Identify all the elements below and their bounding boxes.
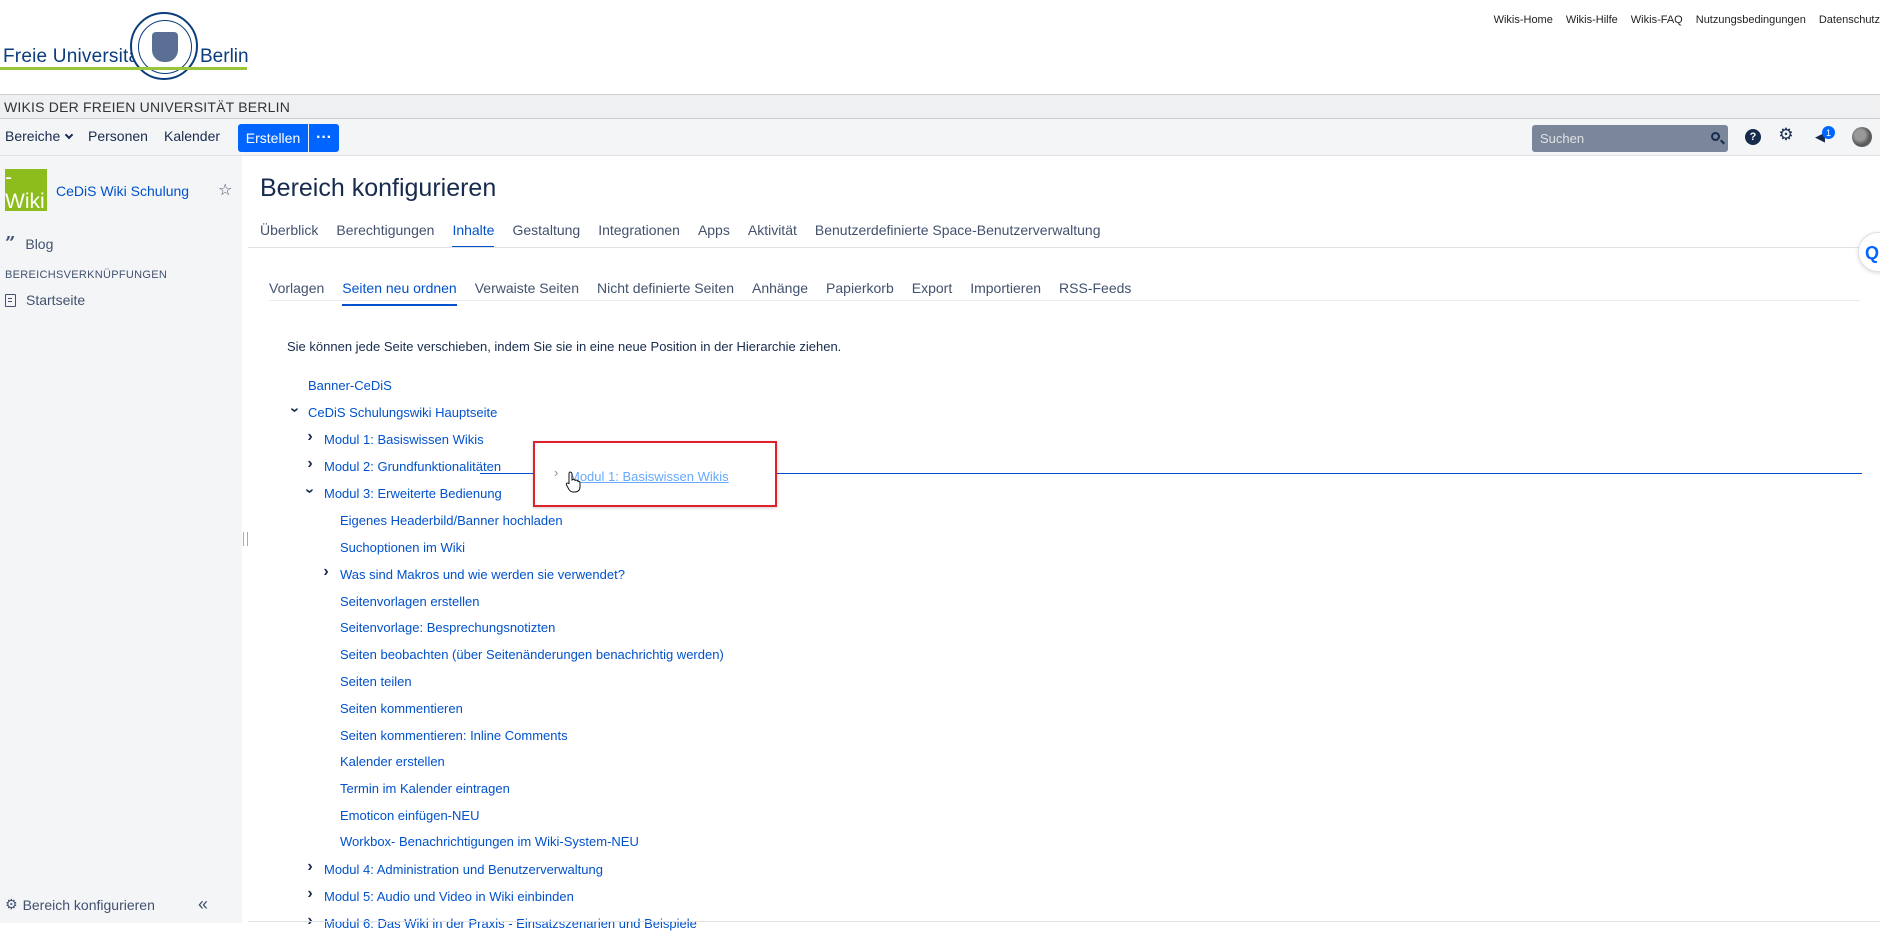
subtab-seiten-neu-ordnen[interactable]: Seiten neu ordnen	[342, 280, 457, 306]
chevron-down-icon[interactable]	[290, 401, 300, 419]
tree-item[interactable]: Eigenes Headerbild/Banner hochladen	[340, 513, 563, 528]
logo-underline	[0, 67, 247, 70]
subtab-importieren[interactable]: Importieren	[970, 280, 1041, 306]
subtab-export[interactable]: Export	[912, 280, 952, 306]
search-input[interactable]: Suchen	[1532, 125, 1728, 152]
drag-ghost-label: Modul 1: Basiswissen Wikis	[569, 469, 729, 484]
top-link-nutzungsbedingungen[interactable]: Nutzungsbedingungen	[1696, 14, 1806, 26]
tree-item[interactable]: Termin im Kalender eintragen	[340, 781, 510, 796]
search-icon	[1711, 132, 1720, 141]
tab-benutzerverwaltung[interactable]: Benutzerdefinierte Space-Benutzerverwalt…	[815, 222, 1101, 248]
space-sidebar: -Wiki CeDiS Wiki Schulung ☆ ” Blog BEREI…	[0, 156, 242, 923]
nav-kalender[interactable]: Kalender	[164, 128, 220, 144]
config-tabs: Überblick Berechtigungen Inhalte Gestalt…	[260, 222, 1101, 248]
subtabs-divider	[269, 300, 1860, 301]
search-placeholder: Suchen	[1540, 131, 1585, 146]
tab-integrationen[interactable]: Integrationen	[598, 222, 680, 248]
quote-icon: ”	[5, 233, 16, 254]
chevron-right-icon[interactable]	[305, 428, 315, 446]
page-icon	[5, 293, 16, 307]
tree-item[interactable]: Banner-CeDiS	[308, 378, 392, 393]
chevron-down-icon	[65, 130, 74, 140]
logo-name-left: Freie Universität	[3, 46, 145, 67]
top-links: Wikis-Home Wikis-Hilfe Wikis-FAQ Nutzung…	[1494, 14, 1880, 26]
tree-item[interactable]: Modul 6: Das Wiki in der Praxis - Einsat…	[324, 916, 697, 931]
create-button[interactable]: Erstellen	[238, 124, 308, 152]
sidebar-item-startseite[interactable]: Startseite	[5, 292, 85, 308]
chevron-down-icon[interactable]	[305, 482, 315, 500]
tab-gestaltung[interactable]: Gestaltung	[512, 222, 580, 248]
main-content: Bereich konfigurieren Überblick Berechti…	[248, 156, 1880, 923]
chevron-right-icon[interactable]	[305, 455, 315, 473]
top-link-wikis-hilfe[interactable]: Wikis-Hilfe	[1566, 14, 1618, 26]
tree-item[interactable]: Seitenvorlage: Besprechungsnotizten	[340, 620, 555, 635]
nav-bereiche[interactable]: Bereiche	[5, 128, 74, 144]
tabs-divider	[248, 247, 1880, 248]
tree-item[interactable]: Modul 1: Basiswissen Wikis	[324, 432, 484, 447]
create-more-button[interactable]: ···	[309, 124, 339, 152]
chevron-right-icon: ›	[554, 465, 559, 480]
nav-bereiche-label: Bereiche	[5, 128, 61, 144]
star-icon[interactable]: ☆	[218, 180, 232, 200]
space-name-link[interactable]: CeDiS Wiki Schulung	[56, 183, 189, 199]
tab-apps[interactable]: Apps	[698, 222, 730, 248]
tree-item[interactable]: Modul 4: Administration und Benutzerverw…	[324, 862, 603, 877]
bottom-divider	[248, 921, 1880, 922]
tree-item[interactable]: CeDiS Schulungswiki Hauptseite	[308, 405, 497, 420]
tree-item[interactable]: Emoticon einfügen-NEU	[340, 808, 479, 823]
sidebar-item-blog-label: Blog	[25, 236, 54, 252]
avatar[interactable]	[1852, 127, 1872, 147]
tree-item[interactable]: Seitenvorlagen erstellen	[340, 594, 479, 609]
tree-item[interactable]: Suchoptionen im Wiki	[340, 540, 465, 555]
top-navbar: Bereiche Personen Kalender Erstellen ···…	[0, 119, 1880, 156]
sidebar-configure-space[interactable]: ⚙ Bereich konfigurieren	[5, 896, 155, 913]
content-subtabs: Vorlagen Seiten neu ordnen Verwaiste Sei…	[269, 280, 1131, 306]
tree-item[interactable]: Seiten kommentieren	[340, 701, 463, 716]
reorder-instructions: Sie können jede Seite verschieben, indem…	[287, 339, 842, 354]
notification-badge: 1	[1822, 126, 1835, 139]
tree-item[interactable]: Modul 2: Grundfunktionalitäten	[324, 459, 501, 474]
tab-aktivitaet[interactable]: Aktivität	[748, 222, 797, 248]
university-header: Freie Universität Berlin Wikis-Home Wiki…	[0, 0, 1880, 94]
subtab-vorlagen[interactable]: Vorlagen	[269, 280, 324, 306]
page-title: Bereich konfigurieren	[260, 174, 497, 202]
subtab-anhaenge[interactable]: Anhänge	[752, 280, 808, 306]
sidebar-configure-label: Bereich konfigurieren	[22, 896, 155, 913]
tree-item[interactable]: Was sind Makros und wie werden sie verwe…	[340, 567, 625, 582]
tree-item[interactable]: Seiten beobachten (über Seitenänderungen…	[340, 647, 724, 662]
subtab-verwaiste-seiten[interactable]: Verwaiste Seiten	[475, 280, 579, 306]
tab-ueberblick[interactable]: Überblick	[260, 222, 318, 248]
tree-item[interactable]: Seiten teilen	[340, 674, 412, 689]
sidebar-item-startseite-label: Startseite	[26, 292, 86, 308]
tree-item[interactable]: Modul 3: Erweiterte Bedienung	[324, 486, 502, 501]
top-link-wikis-faq[interactable]: Wikis-FAQ	[1631, 14, 1683, 26]
subtab-rss-feeds[interactable]: RSS-Feeds	[1059, 280, 1131, 306]
sidebar-item-blog[interactable]: ” Blog	[5, 233, 54, 254]
subtab-nicht-definierte-seiten[interactable]: Nicht definierte Seiten	[597, 280, 734, 306]
gear-icon[interactable]: ⚙	[1778, 125, 1794, 144]
tab-berechtigungen[interactable]: Berechtigungen	[336, 222, 434, 248]
tree-item[interactable]: Kalender erstellen	[340, 754, 445, 769]
top-link-datenschutz[interactable]: Datenschutz	[1819, 14, 1880, 26]
tree-item[interactable]: Seiten kommentieren: Inline Comments	[340, 728, 568, 743]
gear-icon: ⚙	[5, 896, 18, 912]
tab-inhalte[interactable]: Inhalte	[452, 222, 495, 248]
nav-personen[interactable]: Personen	[88, 128, 148, 144]
wiki-banner-strip: WIKIS DER FREIEN UNIVERSITÄT BERLIN	[0, 94, 1880, 119]
chevron-right-icon[interactable]	[321, 563, 331, 581]
subtab-papierkorb[interactable]: Papierkorb	[826, 280, 894, 306]
collapse-sidebar-icon[interactable]: «	[198, 894, 208, 915]
tree-item[interactable]: Modul 5: Audio und Video in Wiki einbind…	[324, 889, 574, 904]
top-link-wikis-home[interactable]: Wikis-Home	[1494, 14, 1553, 26]
sidebar-shortcuts-heading: BEREICHSVERKNÜPFUNGEN	[5, 269, 168, 281]
tree-item[interactable]: Workbox- Benachrichtigungen im Wiki-Syst…	[340, 834, 639, 849]
help-icon[interactable]: ?	[1745, 129, 1761, 145]
fu-berlin-logo[interactable]: Freie Universität Berlin	[0, 10, 250, 80]
hand-cursor-icon	[565, 471, 581, 493]
logo-name-right: Berlin	[200, 46, 249, 67]
space-logo[interactable]: -Wiki	[5, 169, 47, 211]
chevron-right-icon[interactable]	[305, 885, 315, 903]
chevron-right-icon[interactable]	[305, 858, 315, 876]
